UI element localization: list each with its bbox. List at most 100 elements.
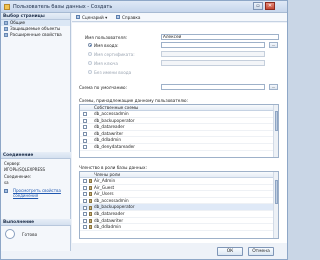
page-icon: [4, 21, 8, 25]
general-page: Имя пользователя: Алексей Имя входа: ...…: [72, 23, 287, 243]
sidebar-item-label: Защищаемые объекты: [10, 26, 61, 31]
owned-schemas-scrollbar[interactable]: [273, 105, 278, 157]
maximize-button[interactable]: ▫: [253, 2, 263, 10]
sidebar-item-label: Общие: [10, 20, 26, 25]
schema-checkbox[interactable]: [83, 112, 87, 117]
app-icon: [4, 4, 10, 10]
login-radio-label: Имя входа:: [94, 43, 119, 48]
script-button[interactable]: Сценарий ▾: [76, 15, 107, 20]
login-input[interactable]: [161, 42, 265, 48]
schema-row[interactable]: db_denydatareader: [80, 144, 278, 151]
role-checkbox[interactable]: [83, 218, 87, 223]
role-checkbox[interactable]: [83, 212, 87, 217]
page-selector-title: Выбор страницы: [1, 13, 70, 20]
role-icon: [89, 199, 92, 204]
role-icon: [89, 185, 92, 190]
script-label: Сценарий: [82, 15, 104, 20]
username-label: Имя пользователя:: [85, 35, 128, 40]
role-checkbox[interactable]: [83, 225, 87, 230]
dialog-window: Пользователь базы данных - Создать ▫ ✕ В…: [0, 0, 288, 260]
schema-row[interactable]: db_ddladmin: [80, 137, 278, 144]
role-name: db_accessadmin: [94, 197, 129, 203]
role-checkbox[interactable]: [83, 205, 87, 210]
link-text: Просмотреть свойства соединения: [13, 188, 61, 198]
key-radio[interactable]: [88, 61, 92, 65]
role-name: db_backupoperator: [94, 204, 135, 210]
role-checkbox[interactable]: [83, 185, 87, 190]
help-label: Справка: [122, 15, 141, 20]
scroll-thumb[interactable]: [274, 180, 278, 204]
role-name: Air_Users: [94, 191, 114, 197]
login-radio[interactable]: [88, 43, 92, 47]
schema-row[interactable]: db_datareader: [80, 124, 278, 131]
schema-row[interactable]: db_backupoperator: [80, 118, 278, 125]
schema-name: db_datareader: [94, 124, 125, 130]
scroll-thumb[interactable]: [274, 111, 278, 131]
schema-checkbox[interactable]: [83, 118, 87, 123]
role-checkbox[interactable]: [83, 199, 87, 204]
login-browse-button[interactable]: ...: [269, 42, 278, 48]
role-name: Air_Admin: [94, 178, 116, 183]
certificate-radio-label: Имя сертификата:: [94, 52, 135, 57]
role-name: db_datawriter: [94, 217, 124, 223]
connection-section: Соединение Сервер: ИГОРЬ\SQLEXPRESS Соед…: [1, 152, 71, 198]
schema-checkbox[interactable]: [83, 132, 87, 137]
role-row[interactable]: db_accessadmin: [80, 198, 278, 205]
role-row[interactable]: Air_Guest: [80, 185, 278, 192]
role-icon: [89, 192, 92, 197]
role-icon: [89, 179, 92, 184]
username-input[interactable]: Алексей: [161, 34, 279, 40]
properties-icon: [4, 188, 8, 193]
help-icon: [116, 15, 120, 19]
key-radio-label: Имя ключа: [94, 61, 118, 66]
role-row[interactable]: db_datawriter: [80, 218, 278, 225]
progress-section: Выполнение Готово: [1, 219, 71, 239]
role-icon: [89, 225, 92, 230]
default-schema-input[interactable]: [161, 84, 265, 90]
title-bar: Пользователь базы данных - Создать ▫ ✕: [1, 1, 287, 13]
role-membership-grid: Члены роли Air_Admin Air_Guest Air_Users…: [79, 171, 279, 239]
toolbar: Сценарий ▾ Справка: [72, 13, 287, 22]
role-row[interactable]: Air_Admin: [80, 178, 278, 185]
role-row[interactable]: db_ddladmin: [80, 224, 278, 231]
page-selector-panel: Выбор страницы Общие Защищаемые объекты …: [1, 13, 71, 251]
role-name: Air_Guest: [94, 184, 115, 190]
schema-checkbox[interactable]: [83, 138, 87, 143]
role-membership-scrollbar[interactable]: [273, 172, 278, 238]
schema-name: db_accessadmin: [94, 111, 129, 116]
schema-row[interactable]: db_accessadmin: [80, 111, 278, 118]
progress-icon: [5, 229, 15, 239]
sidebar-item-label: Расширенные свойства: [10, 32, 62, 37]
page-icon: [4, 33, 8, 37]
role-icon: [89, 212, 92, 217]
close-button[interactable]: ✕: [265, 2, 275, 10]
certificate-input: [161, 51, 265, 57]
connection-value: sa: [4, 179, 9, 185]
view-connection-properties-link[interactable]: Просмотреть свойства соединения: [1, 188, 71, 198]
role-name: db_ddladmin: [94, 224, 122, 230]
no-login-radio[interactable]: [88, 70, 92, 74]
role-name: db_datareader: [94, 210, 125, 216]
schema-name: db_backupoperator: [94, 117, 135, 123]
role-icon: [89, 205, 92, 210]
role-row[interactable]: Air_Users: [80, 191, 278, 198]
role-checkbox[interactable]: [83, 179, 87, 184]
schema-checkbox[interactable]: [83, 145, 87, 150]
schema-checkbox[interactable]: [83, 125, 87, 130]
role-checkbox[interactable]: [83, 192, 87, 197]
help-button[interactable]: Справка: [116, 15, 140, 20]
schema-name: db_ddladmin: [94, 137, 122, 143]
connection-title: Соединение: [1, 152, 71, 159]
script-icon: [76, 15, 80, 19]
schema-row[interactable]: db_datawriter: [80, 131, 278, 138]
role-row[interactable]: db_backupoperator: [80, 204, 278, 211]
certificate-radio[interactable]: [88, 52, 92, 56]
cancel-button[interactable]: Отмена: [248, 247, 274, 256]
default-schema-browse-button[interactable]: ...: [269, 84, 278, 90]
progress-status: Готово: [22, 232, 38, 237]
sidebar-item-extended-properties[interactable]: Расширенные свойства: [1, 32, 70, 38]
role-icon: [89, 218, 92, 223]
ok-button[interactable]: ОК: [217, 247, 243, 256]
role-row[interactable]: db_datareader: [80, 211, 278, 218]
owned-schemas-title: Схемы, принадлежащие данному пользовател…: [79, 98, 188, 103]
